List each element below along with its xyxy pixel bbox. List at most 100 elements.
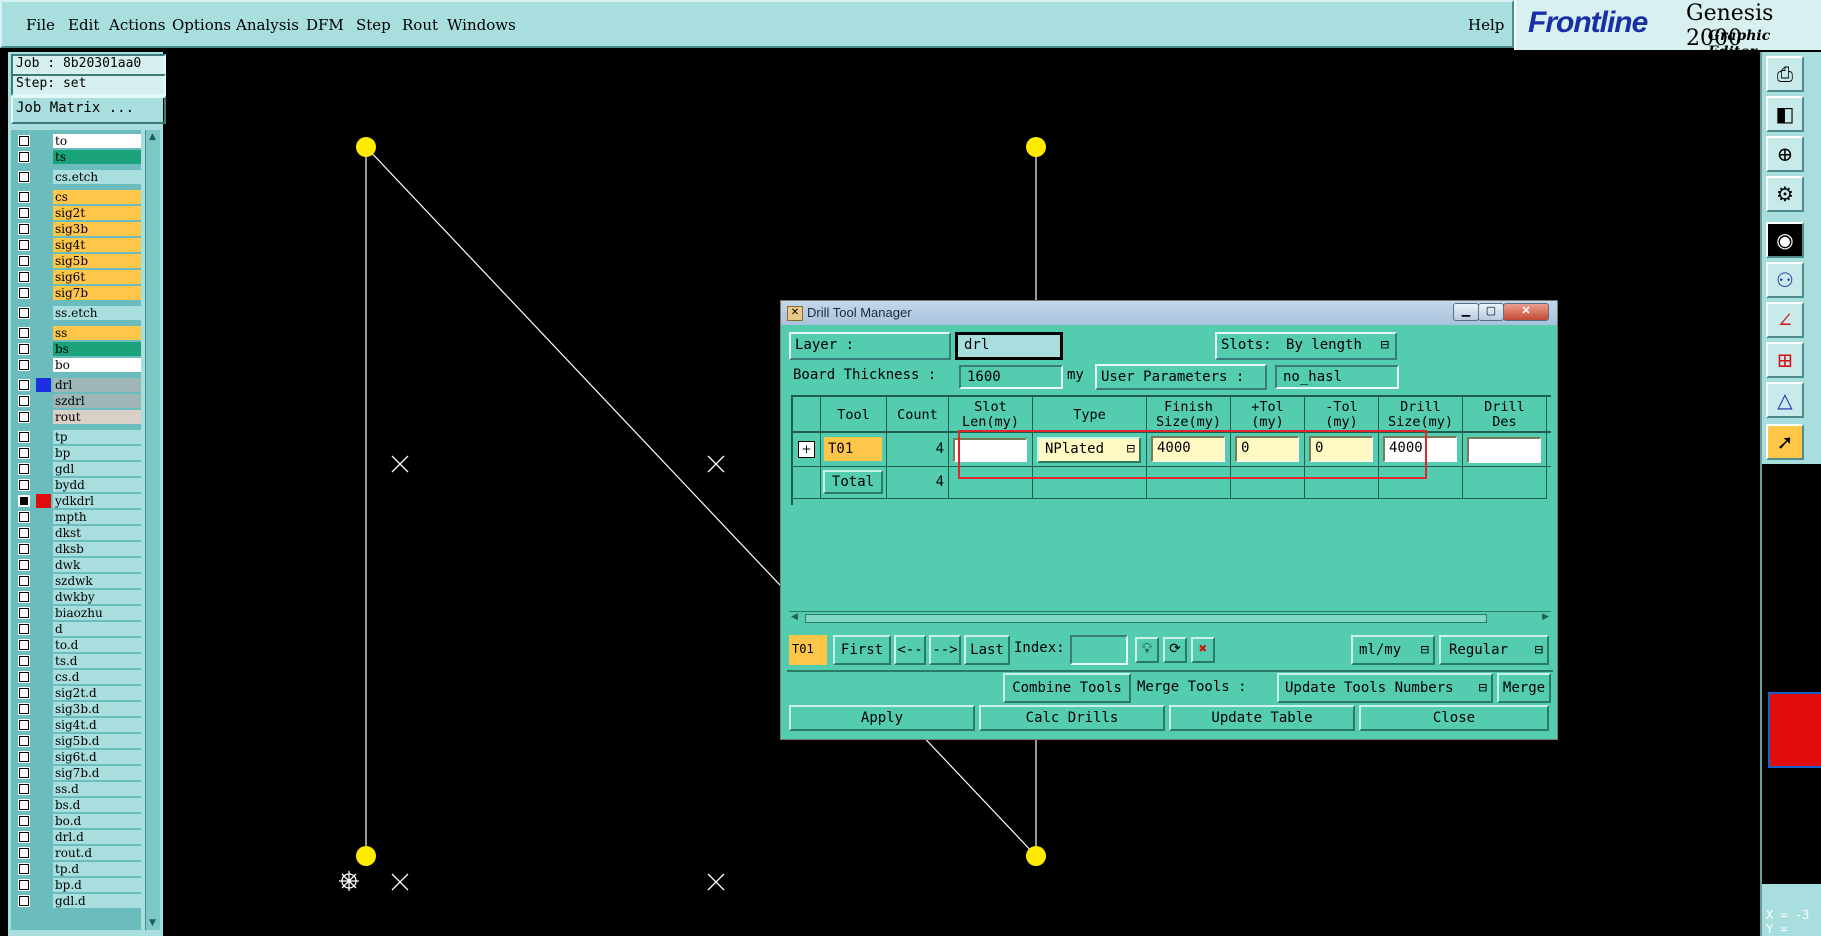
layer-checkbox[interactable] (18, 239, 30, 251)
layer-checkbox[interactable] (18, 527, 30, 539)
layer-name[interactable]: to.d (53, 638, 141, 652)
layer-checkbox[interactable] (18, 767, 30, 779)
layer-row-mpth[interactable]: mpth (14, 510, 141, 524)
dialog-titlebar[interactable]: ✕ Drill Tool Manager ▁ ▢ ✕ (781, 301, 1557, 325)
layer-row-ts.d[interactable]: ts.d (14, 654, 141, 668)
layer-checkbox[interactable] (18, 135, 30, 147)
row-selector[interactable]: + (793, 433, 821, 467)
layer-name[interactable]: cs (53, 190, 141, 204)
layer-row-drl[interactable]: drl (14, 378, 141, 392)
layer-row-cs.d[interactable]: cs.d (14, 670, 141, 684)
prev-button[interactable]: <-- (894, 635, 926, 665)
layer-name[interactable]: drl.d (53, 830, 141, 844)
layer-checkbox[interactable] (18, 575, 30, 587)
refresh-icon[interactable]: ⟳ (1163, 637, 1187, 663)
pad-top-right[interactable] (1026, 137, 1046, 157)
layer-checkbox[interactable] (18, 687, 30, 699)
layer-checkbox[interactable] (18, 511, 30, 523)
units-select[interactable]: ml/my ⊟ (1351, 635, 1435, 665)
apply-button[interactable]: Apply (789, 705, 975, 731)
layer-name[interactable]: bs (53, 342, 141, 356)
layer-checkbox[interactable] (18, 223, 30, 235)
layer-name[interactable]: bo.d (53, 814, 141, 828)
scroll-up-icon[interactable]: ▲ (149, 132, 156, 142)
layer-row-bs.d[interactable]: bs.d (14, 798, 141, 812)
layer-row-to.d[interactable]: to.d (14, 638, 141, 652)
layer-name[interactable]: ts (53, 150, 141, 164)
layer-name[interactable]: sig2t.d (53, 686, 141, 700)
layer-name[interactable]: rout (53, 410, 141, 424)
layer-name[interactable]: tp.d (53, 862, 141, 876)
layer-checkbox[interactable] (18, 671, 30, 683)
layer-name[interactable]: dwkby (53, 590, 141, 604)
layer-checkbox[interactable] (18, 607, 30, 619)
slots-value[interactable]: By length (1286, 337, 1362, 353)
layer-row-ss[interactable]: ss (14, 326, 141, 340)
layer-checkbox[interactable] (18, 543, 30, 555)
scroll-right-icon[interactable]: ▶ (1542, 612, 1549, 622)
layer-name[interactable]: szdwk (53, 574, 141, 588)
layer-checkbox[interactable] (18, 171, 30, 183)
layer-checkbox[interactable] (18, 447, 30, 459)
minimize-icon[interactable]: ▁ (1453, 303, 1479, 321)
next-button[interactable]: --> (929, 635, 961, 665)
layer-name[interactable]: drl (53, 378, 141, 392)
layer-name[interactable]: rout.d (53, 846, 141, 860)
layer-name[interactable]: gdl (53, 462, 141, 476)
settings-icon[interactable]: ⚙ (1766, 176, 1804, 212)
layer-row-sig5b[interactable]: sig5b (14, 254, 141, 268)
layer-name[interactable]: sig5b (53, 254, 141, 268)
slots-option[interactable]: Slots: By length ⊟ (1215, 332, 1397, 360)
layer-name[interactable]: bydd (53, 478, 141, 492)
layer-checkbox[interactable] (18, 591, 30, 603)
merge-option-select[interactable]: Update Tools Numbers ⊟ (1277, 673, 1493, 703)
pointer-icon[interactable]: ➚ (1766, 424, 1804, 460)
layer-checkbox[interactable] (18, 799, 30, 811)
layer-checkbox[interactable] (18, 783, 30, 795)
layer-name[interactable]: bp.d (53, 878, 141, 892)
merge-button[interactable]: Merge (1497, 673, 1551, 703)
layer-checkbox[interactable] (18, 359, 30, 371)
angle-measure-icon[interactable]: ∠ (1766, 302, 1804, 338)
layer-row-sig7b.d[interactable]: sig7b.d (14, 766, 141, 780)
layer-checkbox[interactable] (18, 655, 30, 667)
calc-drills-button[interactable]: Calc Drills (979, 705, 1165, 731)
layer-row-bo.d[interactable]: bo.d (14, 814, 141, 828)
layer-row-sig5b.d[interactable]: sig5b.d (14, 734, 141, 748)
mode-select[interactable]: Regular ⊟ (1439, 635, 1549, 665)
layer-row-drl.d[interactable]: drl.d (14, 830, 141, 844)
layer-move-icon[interactable]: ◧ (1766, 96, 1804, 132)
layer-checkbox[interactable] (18, 879, 30, 891)
layer-name[interactable]: biaozhu (53, 606, 141, 620)
last-button[interactable]: Last (964, 635, 1010, 665)
row-add-icon[interactable]: + (798, 441, 815, 458)
layer-row-rout[interactable]: rout (14, 410, 141, 424)
layer-checkbox[interactable] (18, 847, 30, 859)
delete-icon[interactable]: ✖ (1191, 637, 1215, 663)
layer-checkbox[interactable] (18, 751, 30, 763)
job-matrix-button[interactable]: Job Matrix ... (11, 96, 166, 124)
layer-checkbox[interactable] (18, 703, 30, 715)
layer-checkbox[interactable] (18, 463, 30, 475)
layer-row-gdl.d[interactable]: gdl.d (14, 894, 141, 908)
layer-name[interactable]: bp (53, 446, 141, 460)
index-input[interactable] (1070, 635, 1128, 665)
snap-icon[interactable]: ⊞ (1766, 342, 1804, 378)
layer-name[interactable]: sig7b (53, 286, 141, 300)
layer-field[interactable]: drl (955, 332, 1063, 360)
layer-row-sig3b[interactable]: sig3b (14, 222, 141, 236)
layer-row-bp.d[interactable]: bp.d (14, 878, 141, 892)
layer-checkbox[interactable] (18, 479, 30, 491)
layer-name[interactable]: szdrl (53, 394, 141, 408)
layer-name[interactable]: sig5b.d (53, 734, 141, 748)
layer-name[interactable]: mpth (53, 510, 141, 524)
layer-checkbox[interactable] (18, 327, 30, 339)
update-table-button[interactable]: Update Table (1169, 705, 1355, 731)
layer-name[interactable]: ss.d (53, 782, 141, 796)
layer-checkbox[interactable] (18, 207, 30, 219)
close-icon[interactable]: ✕ (1503, 303, 1549, 321)
layer-checkbox[interactable] (18, 395, 30, 407)
layer-name[interactable]: ss.etch (53, 306, 141, 320)
layer-checkbox[interactable] (18, 379, 30, 391)
layer-name[interactable]: d (53, 622, 141, 636)
